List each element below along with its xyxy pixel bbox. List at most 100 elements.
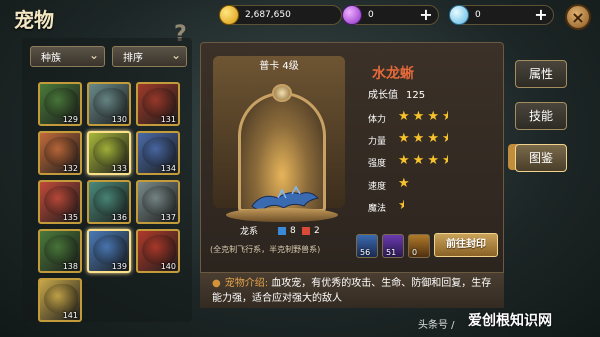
dragon-portrait-icon: [93, 88, 127, 118]
dragon-portrait-icon: [44, 88, 78, 118]
dragon-portrait-icon: [142, 186, 176, 216]
pet-level: 139: [111, 262, 127, 271]
pet-tile[interactable]: 131: [136, 82, 180, 126]
red-counter-value: 2: [314, 226, 320, 236]
dragon-portrait-icon: [44, 284, 78, 314]
stat-row: 强度 ★ ★ ★ ★: [368, 153, 448, 169]
stat-stars: ★: [398, 176, 410, 191]
diamond-icon: [449, 5, 469, 25]
pet-tile[interactable]: 138: [38, 229, 82, 273]
dragon-portrait-icon: [93, 186, 127, 216]
close-button[interactable]: ×: [565, 4, 591, 30]
star-icon: ★: [412, 153, 425, 168]
sort-dropdown[interactable]: 排序 ⌄: [112, 46, 187, 67]
dragon-portrait-icon: [142, 137, 176, 167]
race-filter-dropdown[interactable]: 种族 ⌄: [30, 46, 105, 67]
dragon-portrait-icon: [44, 235, 78, 265]
pet-element: 龙系: [240, 227, 259, 237]
seal-item[interactable]: 51: [382, 234, 404, 258]
dragon-portrait-icon: [93, 137, 127, 167]
seal-item[interactable]: 56: [356, 234, 378, 258]
purple-gem-currency: 0 +: [342, 5, 439, 25]
tab-attributes[interactable]: 属性: [515, 60, 567, 88]
red-counter: 2: [302, 226, 320, 236]
pet-tile[interactable]: 130: [87, 82, 131, 126]
purple-gem-value: 0: [368, 10, 374, 20]
purple-gem-icon: [342, 5, 362, 25]
star-icon: ★: [398, 153, 410, 168]
gold-coin-icon: [219, 5, 239, 25]
brand-watermark: 爱创根知识网: [468, 313, 552, 329]
star-icon: ★: [412, 131, 425, 146]
pet-tile[interactable]: 136: [87, 180, 131, 224]
star-icon: ★: [398, 109, 410, 124]
close-icon: ×: [571, 7, 585, 27]
chevron-down-icon: ⌄: [170, 48, 181, 62]
star-icon: ★: [427, 109, 439, 124]
half-star-icon: ★: [441, 131, 448, 146]
gold-currency: 2,687,650: [219, 5, 342, 25]
diamond-currency: 0 +: [449, 5, 554, 25]
dragon-portrait-icon: [142, 235, 176, 265]
stat-stars: ★ ★ ★ ★: [398, 131, 448, 146]
stat-stars: ★ ★ ★ ★: [398, 109, 448, 124]
pet-level: 140: [160, 262, 176, 271]
pet-level: 141: [62, 311, 78, 320]
pet-level: 135: [62, 213, 78, 222]
go-seal-button[interactable]: 前往封印: [434, 233, 498, 257]
dome-ornament: [272, 84, 292, 102]
pet-level: 130: [111, 115, 127, 124]
seal-items: 56 51 0: [356, 234, 430, 258]
stat-stars: ★ ★ ★ ★: [398, 153, 448, 168]
restrain-description: (全克制飞行系，半克制野兽系): [210, 245, 321, 254]
star-icon: ★: [427, 153, 439, 168]
pet-name: 水龙蜥: [372, 66, 414, 82]
dragon-portrait-icon: [44, 137, 78, 167]
pet-level: 132: [62, 164, 78, 173]
pet-level: 129: [62, 115, 78, 124]
star-icon: ★: [398, 176, 410, 191]
pet-level: 137: [160, 213, 176, 222]
pet-rank: 普卡 4级: [259, 61, 299, 72]
half-star-icon: ★: [441, 109, 448, 124]
dragon-portrait-icon: [44, 186, 78, 216]
pet-tile[interactable]: 139: [87, 229, 131, 273]
pet-stand-base: [226, 208, 338, 222]
pet-tile[interactable]: 129: [38, 82, 82, 126]
stat-label: 魔法: [368, 203, 387, 214]
pet-tile[interactable]: 141: [38, 278, 82, 322]
pet-intro: ● 宠物介绍: 血攻宠，有优秀的攻击、生命、防御和回复，生存能力强，适合应对强大的…: [200, 272, 504, 308]
star-icon: ★: [427, 131, 439, 146]
item-count: 0: [412, 248, 418, 257]
star-icon: ★: [412, 109, 425, 124]
stat-row: 力量 ★ ★ ★ ★: [368, 131, 448, 147]
pet-tile[interactable]: 137: [136, 180, 180, 224]
blue-counter: 8: [278, 226, 296, 236]
stat-label: 体力: [368, 114, 387, 125]
add-purple-gem-button[interactable]: +: [418, 7, 434, 23]
gold-value: 2,687,650: [245, 10, 291, 20]
page-title: 宠物: [14, 8, 54, 32]
blue-square-icon: [278, 227, 286, 235]
pet-tile[interactable]: 134: [136, 131, 180, 175]
growth-row: 成长值 125: [368, 86, 425, 101]
seal-item[interactable]: 0: [408, 234, 430, 258]
growth-value: 125: [406, 90, 426, 101]
stat-row: 体力 ★ ★ ★ ★: [368, 109, 448, 125]
stat-stars: ★: [398, 198, 404, 213]
watermark: 头条号 /: [418, 320, 455, 331]
item-count: 56: [360, 248, 371, 257]
star-icon: ★: [398, 131, 410, 146]
pet-level: 133: [111, 164, 127, 173]
tab-codex[interactable]: 图鉴: [515, 144, 567, 172]
growth-label: 成长值: [368, 90, 398, 101]
sort-label: 排序: [123, 53, 143, 64]
add-diamond-button[interactable]: +: [533, 7, 549, 23]
stat-label: 速度: [368, 181, 387, 192]
pet-tile[interactable]: 133: [87, 131, 131, 175]
pet-tile[interactable]: 132: [38, 131, 82, 175]
pet-level: 136: [111, 213, 127, 222]
pet-tile[interactable]: 140: [136, 229, 180, 273]
tab-skills[interactable]: 技能: [515, 102, 567, 130]
pet-tile[interactable]: 135: [38, 180, 82, 224]
